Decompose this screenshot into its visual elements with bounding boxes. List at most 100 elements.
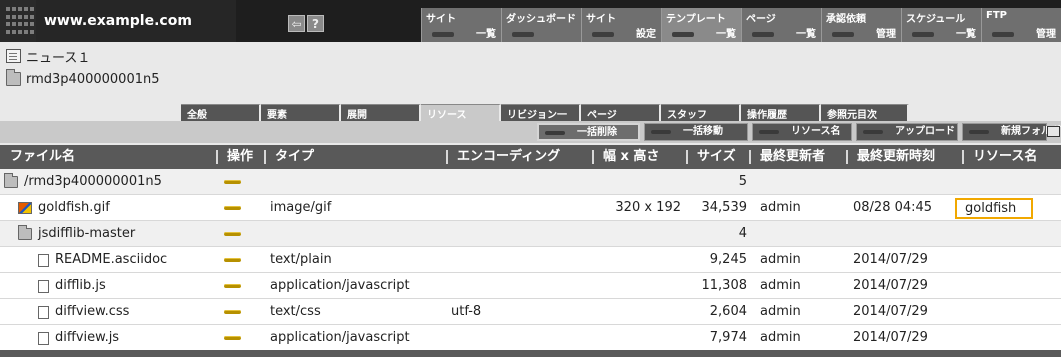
table-row[interactable]: README.asciidoc text/plain 9,245 admin 2…: [0, 247, 1061, 273]
column-separator: [962, 150, 964, 164]
filename-cell[interactable]: goldfish.gif: [18, 195, 110, 221]
col-type[interactable]: タイプ: [269, 145, 314, 169]
menu-site-list[interactable]: サイト 一覧: [421, 8, 501, 42]
file-icon: [38, 253, 49, 267]
col-filename[interactable]: ファイル名: [4, 145, 75, 169]
menu-slot-icon: [752, 32, 774, 37]
updated-cell: 2014/07/29: [853, 304, 928, 319]
updater-cell: admin: [760, 304, 801, 319]
col-ops[interactable]: 操作: [221, 145, 253, 169]
filename-cell[interactable]: README.asciidoc: [38, 247, 167, 273]
menu-sublabel: 管理: [876, 29, 896, 40]
table-row[interactable]: diffview.js application/javascript 7,974…: [0, 325, 1061, 351]
image-file-icon: [18, 202, 32, 214]
column-separator: [686, 150, 688, 164]
home-icon[interactable]: ⇦: [288, 15, 305, 32]
breadcrumb-page[interactable]: ニュース１: [6, 47, 90, 66]
menu-slot-icon: [832, 32, 854, 37]
menu-dashboard[interactable]: ダッシュボード: [501, 8, 581, 42]
footer-bar: [0, 350, 1061, 357]
tab-revisions[interactable]: リビジョン一覧: [501, 104, 581, 136]
resource-name-input[interactable]: goldfish: [955, 198, 1033, 219]
menu-page-list[interactable]: ページ 一覧: [741, 8, 821, 42]
filename-cell[interactable]: jsdifflib-master: [18, 221, 135, 247]
operation-icon[interactable]: [224, 232, 241, 236]
new-folder-button[interactable]: 新規フォルダ: [962, 123, 1061, 141]
table-row[interactable]: goldfish.gif image/gif 320 x 192 34,539 …: [0, 195, 1061, 221]
operation-icon[interactable]: [224, 180, 241, 184]
tab-elements[interactable]: 要素: [261, 104, 341, 121]
app-logo-icon[interactable]: [0, 0, 36, 42]
filename-cell[interactable]: diffview.css: [38, 299, 129, 325]
tab-staff[interactable]: スタッフ: [661, 104, 741, 121]
column-separator: [592, 150, 594, 164]
type-cell: text/css: [270, 304, 321, 319]
menu-label: ページ: [746, 14, 776, 25]
menu-sublabel: 設定: [636, 29, 656, 40]
tab-references[interactable]: 参照元目次: [821, 104, 909, 121]
filename-text: README.asciidoc: [55, 252, 168, 267]
encoding-cell: utf-8: [451, 304, 482, 319]
tab-general[interactable]: 全般: [181, 104, 261, 121]
operation-icon[interactable]: [224, 284, 241, 288]
menu-approval[interactable]: 承認依頼 管理: [821, 8, 901, 42]
button-slot-icon: [759, 130, 779, 134]
folder-add-icon: [1047, 126, 1060, 137]
table-row[interactable]: /rmd3p400000001n5 5: [0, 169, 1061, 195]
folder-icon: [6, 69, 21, 86]
filename-cell[interactable]: diffview.js: [38, 325, 119, 351]
resource-name-button[interactable]: リソース名: [752, 123, 852, 141]
filename-text: diffview.css: [55, 304, 130, 319]
help-button[interactable]: ?: [307, 15, 324, 32]
table-header: ファイル名 操作 タイプ エンコーディング 幅 x 高さ サイズ 最終更新者 最…: [0, 145, 1061, 169]
col-encoding[interactable]: エンコーディング: [451, 145, 560, 169]
updated-cell: 08/28 04:45: [853, 200, 933, 215]
filename-cell[interactable]: /rmd3p400000001n5: [4, 169, 162, 195]
tab-resources[interactable]: リソース: [421, 104, 501, 121]
operation-icon[interactable]: [224, 336, 241, 340]
column-separator: [216, 150, 218, 164]
menu-label: FTP: [986, 10, 1007, 21]
tab-pages[interactable]: ページ: [581, 104, 661, 121]
col-last-updated[interactable]: 最終更新時刻: [851, 145, 935, 169]
col-last-updater[interactable]: 最終更新者: [754, 145, 825, 169]
table-row[interactable]: diffview.css text/css utf-8 2,604 admin …: [0, 299, 1061, 325]
dimensions-cell: [597, 221, 681, 247]
file-icon: [38, 331, 49, 345]
col-size[interactable]: サイズ: [691, 145, 736, 169]
bulk-delete-button[interactable]: 一括削除: [537, 123, 640, 141]
menu-schedule[interactable]: スケジュール 一覧: [901, 8, 981, 42]
filename-text: jsdifflib-master: [38, 226, 136, 241]
operation-icon[interactable]: [224, 310, 241, 314]
tab-deploy[interactable]: 展開: [341, 104, 421, 121]
filename-text: difflib.js: [55, 278, 106, 293]
resource-actions: 一括削除 一括移動 リソース名 アップロード 新規フォルダ: [537, 123, 1061, 141]
menu-template-list[interactable]: テンプレート 一覧: [661, 8, 741, 42]
operation-icon[interactable]: [224, 258, 241, 262]
table-row[interactable]: difflib.js application/javascript 11,308…: [0, 273, 1061, 299]
menu-slot-icon: [432, 32, 454, 37]
top-header: www.example.com ⇦ ? サイト 一覧 ダッシュボード サイト 設…: [0, 0, 1061, 42]
file-icon: [38, 305, 49, 319]
col-dimensions[interactable]: 幅 x 高さ: [597, 145, 659, 169]
button-label: 一括削除: [577, 127, 617, 138]
operation-icon[interactable]: [224, 206, 241, 210]
type-cell: text/plain: [270, 252, 332, 267]
menu-ftp[interactable]: FTP 管理: [981, 8, 1061, 42]
table-row[interactable]: jsdifflib-master 4: [0, 221, 1061, 247]
button-slot-icon: [863, 130, 883, 134]
upload-button[interactable]: アップロード: [856, 123, 958, 141]
col-resource-name[interactable]: リソース名: [967, 145, 1037, 169]
breadcrumb-folder[interactable]: rmd3p400000001n5: [6, 69, 160, 88]
button-label: 一括移動: [683, 126, 723, 137]
updater-cell: admin: [760, 278, 801, 293]
size-cell: 5: [738, 174, 747, 189]
bulk-move-button[interactable]: 一括移動: [644, 123, 748, 141]
filename-cell[interactable]: difflib.js: [38, 273, 106, 299]
folder-icon: [18, 225, 32, 240]
type-cell: image/gif: [270, 200, 332, 215]
tab-history[interactable]: 操作履歴: [741, 104, 821, 121]
button-slot-icon: [969, 130, 989, 134]
menu-site-settings[interactable]: サイト 設定: [581, 8, 661, 42]
site-url[interactable]: www.example.com: [36, 0, 236, 42]
